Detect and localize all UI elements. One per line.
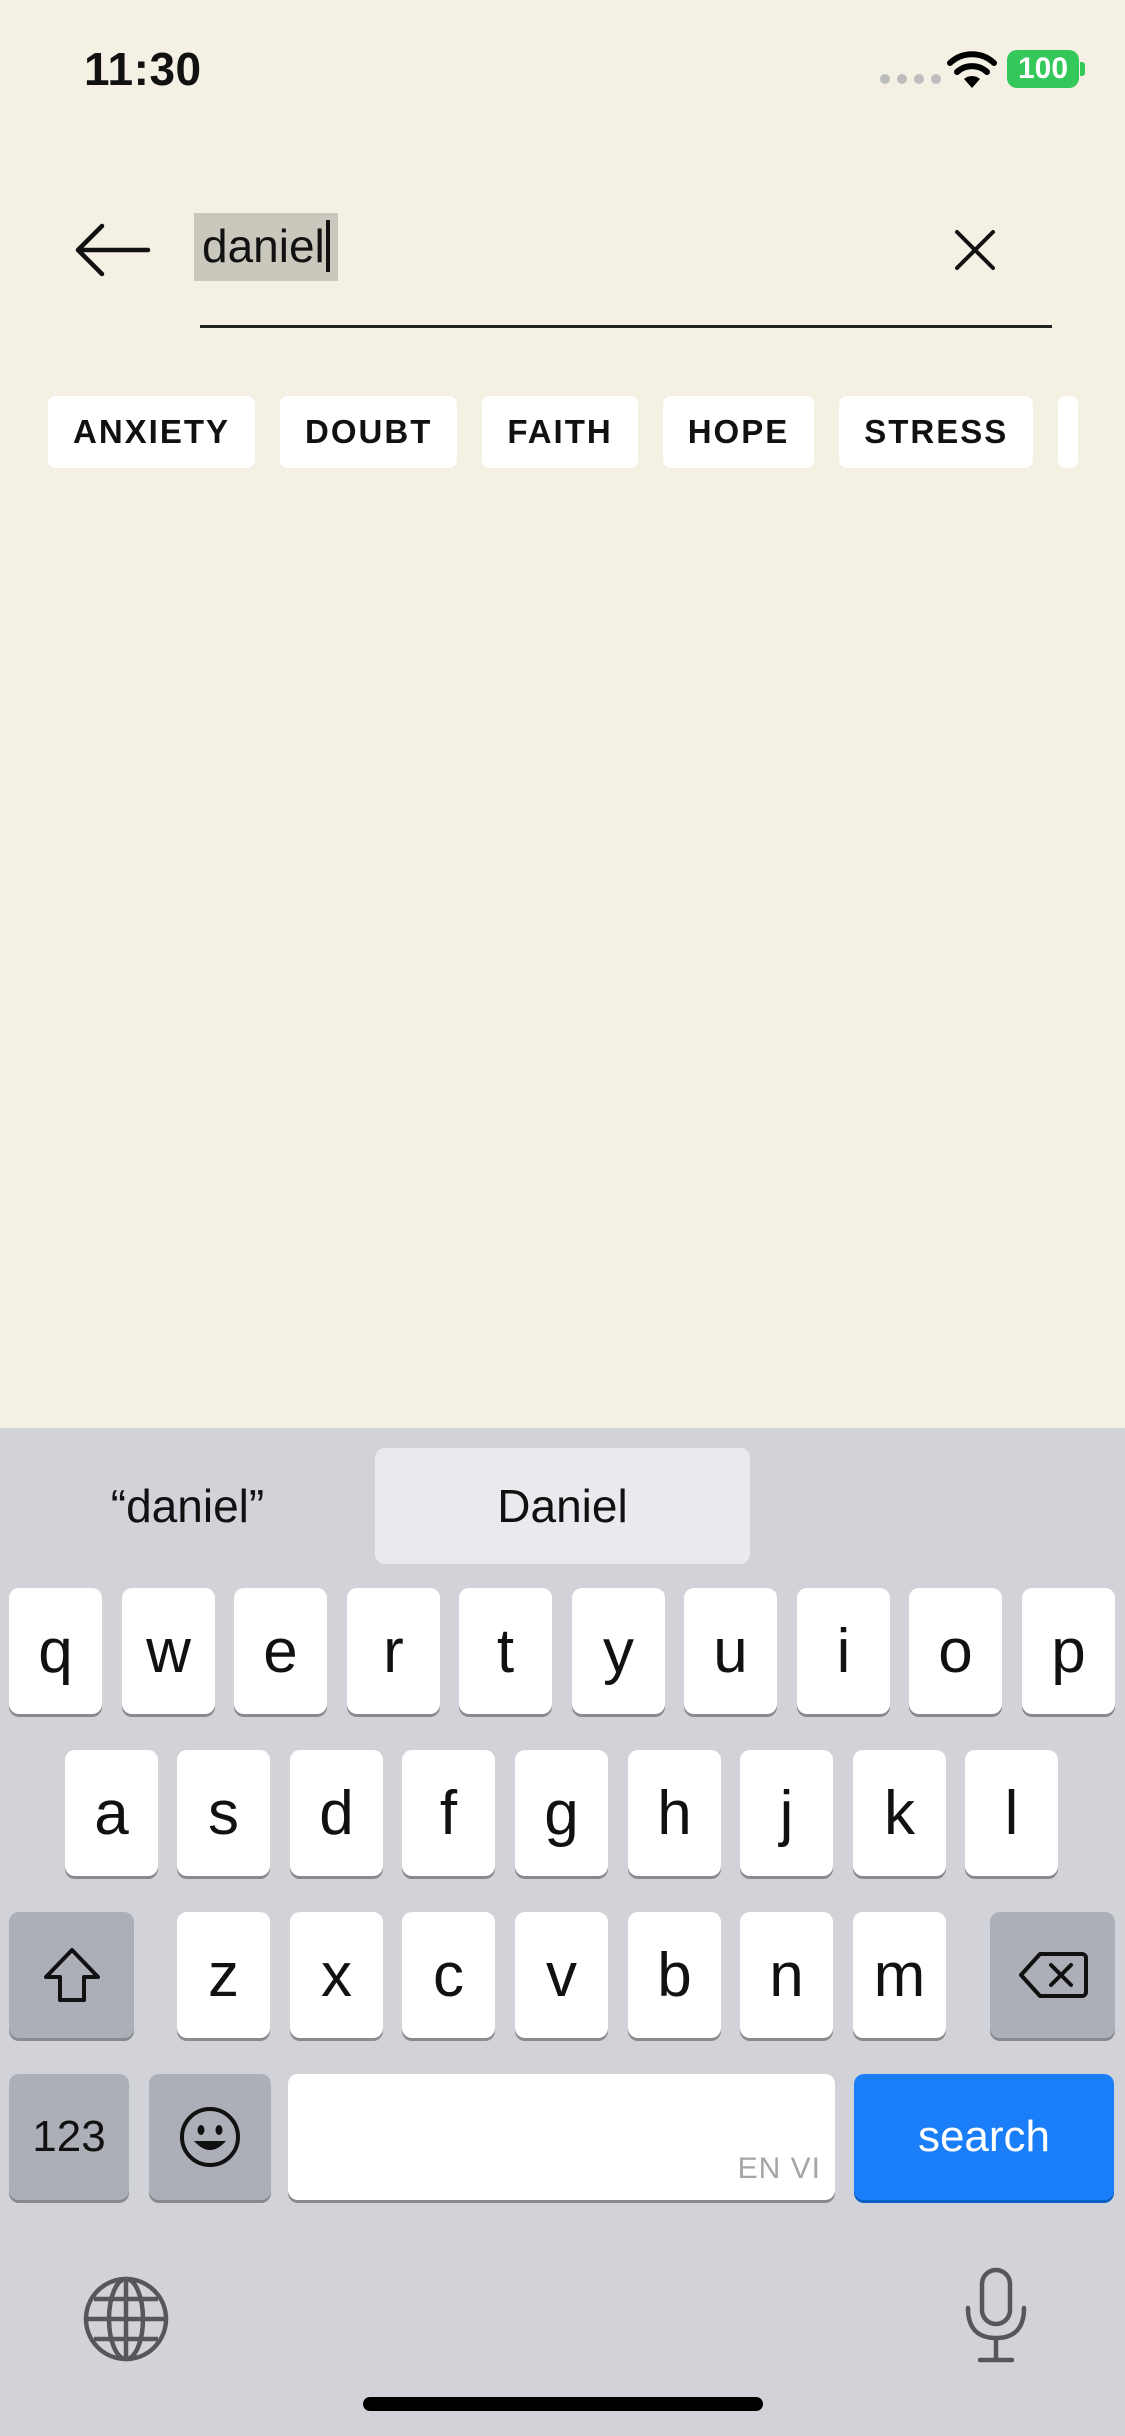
space-key[interactable]: EN VI — [288, 2074, 835, 2200]
key-k[interactable]: k — [853, 1750, 946, 1876]
key-a[interactable]: a — [65, 1750, 158, 1876]
wifi-icon — [947, 51, 997, 88]
key-w[interactable]: w — [122, 1588, 215, 1714]
key-p[interactable]: p — [1022, 1588, 1115, 1714]
key-l[interactable]: l — [965, 1750, 1058, 1876]
chip-doubt[interactable]: DOUBT — [280, 396, 458, 468]
suggestion-capitalized[interactable]: Daniel — [375, 1448, 750, 1564]
key-d[interactable]: d — [290, 1750, 383, 1876]
keyboard: “daniel” Daniel q w e r t y u i o p a s … — [0, 1428, 1125, 2436]
status-time: 11:30 — [84, 43, 202, 95]
emoji-key[interactable] — [149, 2074, 271, 2200]
topic-chips: ANXIETY DOUBT FAITH HOPE STRESS — [48, 396, 1125, 468]
key-n[interactable]: n — [740, 1912, 833, 2038]
key-y[interactable]: y — [572, 1588, 665, 1714]
globe-icon[interactable] — [80, 2273, 172, 2365]
shift-icon — [43, 1948, 100, 2002]
key-f[interactable]: f — [402, 1750, 495, 1876]
battery-tip — [1080, 62, 1085, 76]
chip-stress[interactable]: STRESS — [839, 396, 1034, 468]
key-e[interactable]: e — [234, 1588, 327, 1714]
battery-icon: 100 — [1007, 50, 1079, 88]
backspace-icon — [1018, 1952, 1088, 1998]
clear-search-button[interactable] — [940, 215, 1010, 285]
search-input-value[interactable]: daniel — [194, 213, 338, 281]
key-g[interactable]: g — [515, 1750, 608, 1876]
key-r[interactable]: r — [347, 1588, 440, 1714]
key-x[interactable]: x — [290, 1912, 383, 2038]
space-language-label: EN VI — [737, 2152, 821, 2185]
suggestion-quoted[interactable]: “daniel” — [0, 1448, 375, 1564]
key-o[interactable]: o — [909, 1588, 1002, 1714]
emoji-icon — [180, 2107, 240, 2167]
shift-key[interactable] — [9, 1912, 134, 2038]
microphone-icon[interactable] — [960, 2266, 1032, 2366]
numbers-key[interactable]: 123 — [9, 2074, 129, 2200]
search-key[interactable]: search — [854, 2074, 1114, 2200]
chip-faith[interactable]: FAITH — [482, 396, 638, 468]
key-s[interactable]: s — [177, 1750, 270, 1876]
suggestion-empty[interactable] — [750, 1448, 1125, 1564]
chip-anxiety[interactable]: ANXIETY — [48, 396, 256, 468]
back-button[interactable] — [64, 210, 160, 290]
close-icon — [955, 230, 995, 270]
cellular-signal-icon — [880, 74, 941, 84]
key-m[interactable]: m — [853, 1912, 946, 2038]
key-q[interactable]: q — [9, 1588, 102, 1714]
arrow-left-icon — [75, 223, 151, 277]
key-u[interactable]: u — [684, 1588, 777, 1714]
status-bar: 11:30 100 — [0, 0, 1125, 140]
key-b[interactable]: b — [628, 1912, 721, 2038]
home-indicator — [363, 2397, 763, 2411]
key-i[interactable]: i — [797, 1588, 890, 1714]
key-v[interactable]: v — [515, 1912, 608, 2038]
battery-level: 100 — [1017, 52, 1069, 85]
search-input[interactable]: daniel — [194, 205, 1052, 328]
chip-hope[interactable]: HOPE — [662, 396, 815, 468]
text-caret — [325, 220, 330, 272]
chip-more[interactable] — [1058, 396, 1079, 468]
key-c[interactable]: c — [402, 1912, 495, 2038]
key-h[interactable]: h — [628, 1750, 721, 1876]
key-j[interactable]: j — [740, 1750, 833, 1876]
key-t[interactable]: t — [459, 1588, 552, 1714]
key-z[interactable]: z — [177, 1912, 270, 2038]
delete-key[interactable] — [990, 1912, 1115, 2038]
search-text: daniel — [202, 220, 325, 272]
